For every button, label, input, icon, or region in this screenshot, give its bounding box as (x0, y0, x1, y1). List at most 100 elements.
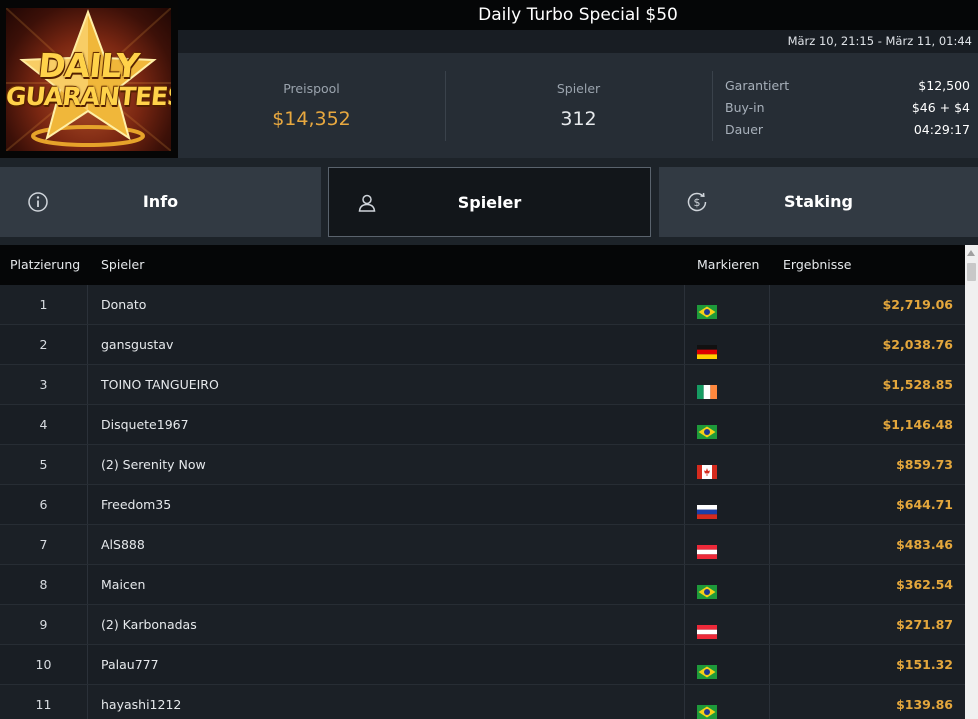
row-player-name[interactable]: AlS888 (101, 525, 145, 564)
tab-info[interactable]: Info (0, 167, 321, 237)
row-rank: 10 (0, 645, 88, 684)
brazil-flag-icon (697, 295, 717, 319)
stat-divider (712, 71, 713, 141)
column-header-flag[interactable]: Markieren (697, 245, 759, 285)
row-rank: 1 (0, 285, 88, 324)
table-row[interactable]: 6 Freedom35 $644.71 (0, 485, 965, 525)
tab-players-label: Spieler (457, 193, 522, 212)
russia-flag-icon (697, 495, 717, 519)
table-row[interactable]: 3 TOINO TANGUEIRO $1,528.85 (0, 365, 965, 405)
row-result: $644.71 (896, 497, 953, 512)
table-row[interactable]: 1 Donato $2,719.06 (0, 285, 965, 325)
row-flag (684, 605, 770, 644)
tab-staking-label: Staking (784, 192, 853, 211)
row-player-name[interactable]: Disquete1967 (101, 405, 189, 444)
row-flag (684, 285, 770, 324)
row-result: $362.54 (896, 577, 953, 592)
daily-guarantees-logo: DAILY GUARANTEES (0, 0, 178, 158)
column-header-result[interactable]: Ergebnisse (783, 245, 852, 285)
detail-label: Dauer (725, 122, 764, 137)
scroll-up-arrow-icon[interactable] (967, 250, 975, 256)
table-row[interactable]: 4 Disquete1967 $1,146.48 (0, 405, 965, 445)
row-result: $271.87 (896, 617, 953, 632)
canada-flag-icon (697, 455, 717, 479)
row-rank: 3 (0, 365, 88, 404)
brazil-flag-icon (697, 695, 717, 719)
austria-flag-icon (697, 615, 717, 639)
logo-artwork: DAILY GUARANTEES (6, 8, 171, 151)
logo-text-daily: DAILY (36, 46, 141, 85)
table-row[interactable]: 7 AlS888 $483.46 (0, 525, 965, 565)
row-rank: 8 (0, 565, 88, 604)
row-rank: 6 (0, 485, 88, 524)
row-player-name[interactable]: (2) Serenity Now (101, 445, 206, 484)
logo-text-guarantees: GUARANTEES (6, 82, 171, 111)
row-result: $1,146.48 (882, 417, 953, 432)
table-row[interactable]: 5 (2) Serenity Now $859.73 (0, 445, 965, 485)
players-label: Spieler (556, 81, 601, 96)
row-player-name[interactable]: gansgustav (101, 325, 173, 364)
players-table-header: Platzierung Spieler Markieren Ergebnisse (0, 245, 965, 285)
row-rank: 9 (0, 605, 88, 644)
table-row[interactable]: 8 Maicen $362.54 (0, 565, 965, 605)
players-table-body: 1 Donato $2,719.06 2 gansgustav $2,038.76 3 TOI… (0, 285, 965, 719)
detail-buy-in: Buy-in $46 + $4 (725, 97, 970, 119)
scroll-thumb[interactable] (967, 263, 976, 281)
tournament-details: Garantiert $12,500 Buy-in $46 + $4 Dauer… (725, 75, 970, 141)
table-row[interactable]: 11 hayashi1212 $139.86 (0, 685, 965, 719)
detail-label: Buy-in (725, 100, 765, 115)
detail-duration: Dauer 04:29:17 (725, 119, 970, 141)
row-flag (684, 445, 770, 484)
row-flag (684, 525, 770, 564)
row-flag (684, 565, 770, 604)
table-row[interactable]: 2 gansgustav $2,038.76 (0, 325, 965, 365)
tournament-title: Daily Turbo Special $50 (478, 5, 678, 25)
row-flag (684, 485, 770, 524)
table-row[interactable]: 10 Palau777 $151.32 (0, 645, 965, 685)
players-value: 312 (560, 108, 597, 130)
detail-value: 04:29:17 (913, 122, 970, 137)
prize-pool-stat: Preispool $14,352 (178, 53, 445, 158)
row-player-name[interactable]: TOINO TANGUEIRO (101, 365, 219, 404)
row-player-name[interactable]: (2) Karbonadas (101, 605, 197, 644)
row-result: $1,528.85 (882, 377, 953, 392)
row-player-name[interactable]: Maicen (101, 565, 145, 604)
prize-pool-label: Preispool (283, 81, 340, 96)
row-player-name[interactable]: Freedom35 (101, 485, 171, 524)
row-flag (684, 685, 770, 719)
column-header-player[interactable]: Spieler (101, 245, 144, 285)
column-header-rank[interactable]: Platzierung (10, 245, 80, 285)
row-result: $2,719.06 (882, 297, 953, 312)
row-result: $859.73 (896, 457, 953, 472)
row-rank: 5 (0, 445, 88, 484)
row-flag (684, 645, 770, 684)
title-bar: Daily Turbo Special $50 (178, 0, 978, 30)
germany-flag-icon (697, 335, 717, 359)
austria-flag-icon (697, 535, 717, 559)
tab-info-label: Info (142, 192, 179, 211)
brazil-flag-icon (697, 415, 717, 439)
brazil-flag-icon (697, 655, 717, 679)
row-player-name[interactable]: Palau777 (101, 645, 159, 684)
row-rank: 4 (0, 405, 88, 444)
row-flag (684, 325, 770, 364)
row-result: $2,038.76 (882, 337, 953, 352)
tournament-stats: Preispool $14,352 Spieler 312 Garantiert… (178, 53, 978, 158)
detail-guaranteed: Garantiert $12,500 (725, 75, 970, 97)
table-scrollbar[interactable] (965, 245, 978, 719)
row-rank: 11 (0, 685, 88, 719)
row-player-name[interactable]: hayashi1212 (101, 685, 181, 719)
detail-value: $46 + $4 (911, 100, 970, 115)
row-rank: 7 (0, 525, 88, 564)
tab-staking[interactable]: $ Staking (659, 167, 978, 237)
table-row[interactable]: 9 (2) Karbonadas $271.87 (0, 605, 965, 645)
row-flag (684, 365, 770, 404)
row-player-name[interactable]: Donato (101, 285, 146, 324)
brazil-flag-icon (697, 575, 717, 599)
players-stat: Spieler 312 (445, 53, 712, 158)
row-flag (684, 405, 770, 444)
date-range: März 10, 21:15 - März 11, 01:44 (787, 34, 972, 48)
row-result: $139.86 (896, 697, 953, 712)
detail-label: Garantiert (725, 78, 790, 93)
tab-players[interactable]: Spieler (328, 167, 651, 237)
